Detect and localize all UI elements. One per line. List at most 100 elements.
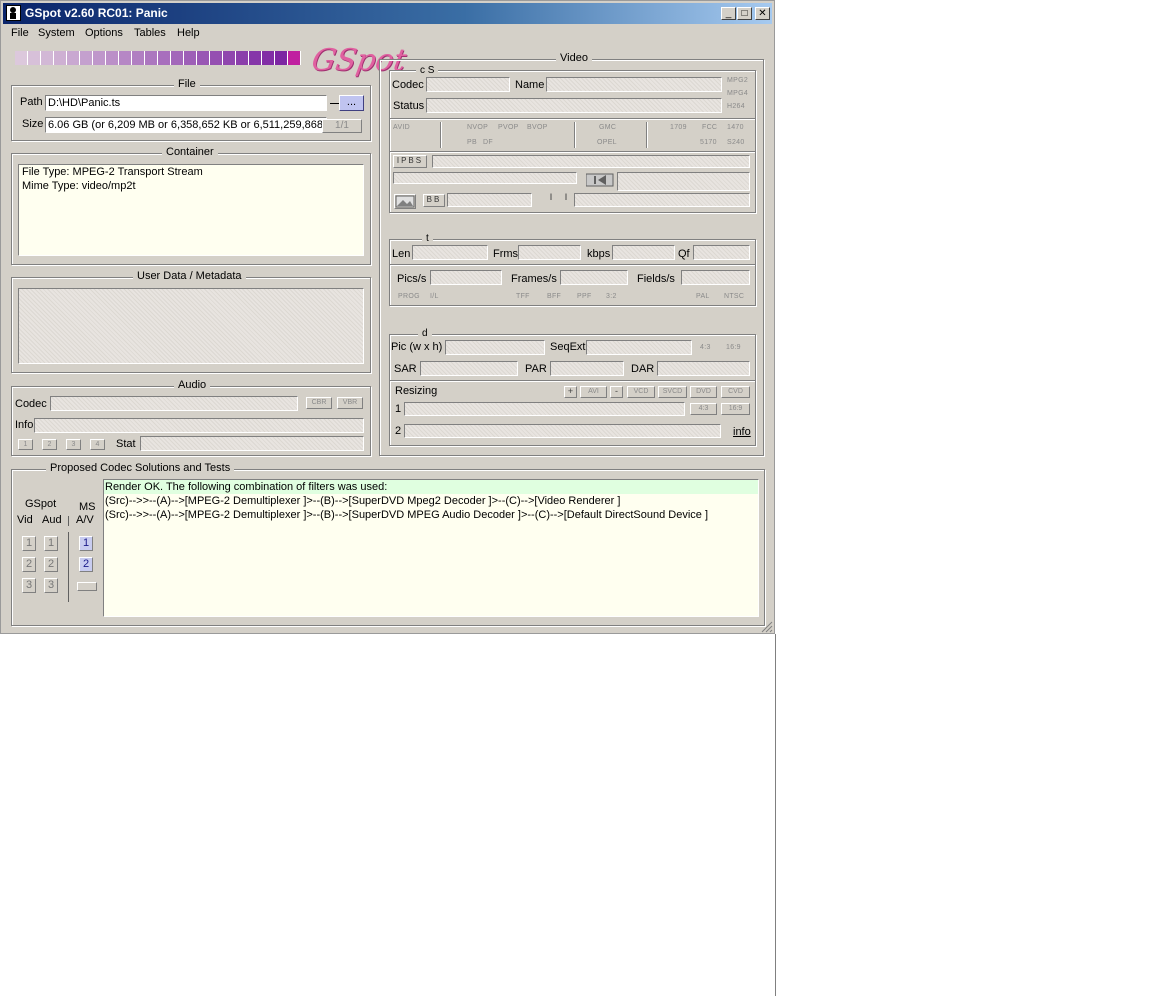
close-button[interactable]: ✕ — [755, 7, 770, 20]
flag-bvop: BVOP — [527, 124, 548, 131]
resize-dvd-button[interactable]: DVD — [690, 386, 717, 398]
separator — [574, 122, 576, 148]
audio-stream-1-button[interactable]: 1 — [18, 439, 33, 450]
gradient-segment — [275, 51, 288, 65]
size-value: 6.06 GB (or 6,209 MB or 6,358,652 KB or … — [48, 119, 323, 131]
gradient-segment — [54, 51, 67, 65]
pic-field[interactable] — [445, 340, 545, 355]
resize-cvd-button[interactable]: CVD — [721, 386, 750, 398]
aud-label: Aud — [42, 514, 62, 526]
video-name-field[interactable] — [546, 77, 722, 92]
gradient-segment — [67, 51, 80, 65]
audio-stat-field[interactable] — [140, 436, 364, 451]
path-field[interactable]: D:\HD\Panic.ts — [45, 95, 327, 111]
gradient-segment — [132, 51, 145, 65]
user-data-box[interactable] — [18, 288, 364, 364]
title-bar[interactable]: GSpot v2.60 RC01: Panic _ □ ✕ — [3, 3, 772, 24]
gspot-aud-1-button[interactable]: 1 — [44, 536, 58, 551]
gradient-segment — [106, 51, 119, 65]
gradient-segment — [41, 51, 54, 65]
menu-options[interactable]: Options — [85, 27, 123, 39]
bb-field[interactable] — [447, 193, 532, 207]
ms-av-1-button[interactable]: 1 — [79, 536, 93, 551]
sar-field[interactable] — [420, 361, 518, 376]
separator — [440, 122, 442, 148]
flag-avid: AVID — [393, 124, 411, 131]
file-counter[interactable]: 1/1 — [322, 119, 362, 133]
video-t-title: t — [422, 233, 433, 244]
gradient-segment — [158, 51, 171, 65]
menu-help[interactable]: Help — [177, 27, 200, 39]
resize-grip-icon[interactable] — [761, 621, 773, 633]
maximize-button[interactable]: □ — [737, 7, 752, 20]
ms-label: MS — [79, 501, 96, 513]
resize-avi-button[interactable]: AVI — [580, 386, 607, 398]
gop-field-2[interactable] — [393, 172, 577, 184]
menu-tables[interactable]: Tables — [134, 27, 166, 39]
menu-system[interactable]: System — [38, 27, 75, 39]
codec-solutions-title: Proposed Codec Solutions and Tests — [46, 462, 235, 474]
i-field[interactable] — [574, 193, 750, 207]
gradient-segment — [28, 51, 41, 65]
image-icon-button[interactable] — [394, 194, 416, 209]
video-codec-label: Codec — [392, 79, 424, 91]
ms-av-2-button[interactable]: 2 — [79, 557, 93, 572]
size-field[interactable]: 6.06 GB (or 6,209 MB or 6,358,652 KB or … — [45, 117, 327, 133]
audio-group-title: Audio — [174, 379, 211, 391]
qf-field[interactable] — [693, 245, 750, 260]
separator — [646, 122, 648, 148]
par-field[interactable] — [550, 361, 624, 376]
flag-fcc: FCC — [702, 124, 718, 131]
gspot-window: GSpot v2.60 RC01: Panic _ □ ✕ File Syste… — [0, 0, 775, 634]
frames-field[interactable] — [560, 270, 628, 285]
resize-svcd-button[interactable]: SVCD — [658, 386, 687, 398]
resize-row1-field[interactable] — [404, 402, 685, 416]
gspot-vid-2-button[interactable]: 2 — [22, 557, 36, 572]
fields-field[interactable] — [681, 270, 750, 285]
gspot-vid-1-button[interactable]: 1 — [22, 536, 36, 551]
pics-field[interactable] — [430, 270, 502, 285]
audio-info-field[interactable] — [34, 418, 364, 433]
menu-file[interactable]: File — [11, 27, 29, 39]
info-link[interactable]: info — [733, 426, 751, 438]
resize-row1-169: 16:9 — [721, 403, 750, 415]
flag-43: 4:3 — [700, 344, 711, 351]
user-data-group-title: User Data / Metadata — [133, 270, 246, 282]
video-codec-field[interactable] — [426, 77, 510, 92]
len-field[interactable] — [412, 245, 488, 260]
kbps-field[interactable] — [612, 245, 675, 260]
gop-field-3[interactable] — [617, 172, 750, 191]
pic-label: Pic (w x h) — [391, 341, 443, 353]
resize-plus-button[interactable]: + — [564, 386, 577, 398]
audio-codec-field[interactable] — [50, 396, 298, 411]
flag-il: I/L — [430, 293, 439, 300]
gspot-vid-3-button[interactable]: 3 — [22, 578, 36, 593]
audio-stream-3-button[interactable]: 3 — [66, 439, 81, 450]
audio-stream-4-button[interactable]: 4 — [90, 439, 105, 450]
resize-minus-button[interactable]: - — [610, 386, 623, 398]
app-icon — [6, 5, 21, 21]
video-status-field[interactable] — [426, 98, 722, 113]
flag-pvop: PVOP — [498, 124, 519, 131]
minimize-button[interactable]: _ — [721, 7, 736, 20]
frms-field[interactable] — [518, 245, 581, 260]
flag-ntsc: NTSC — [724, 293, 745, 300]
gop-field[interactable] — [432, 155, 750, 168]
codec-solutions-output[interactable]: Render OK. The following combination of … — [103, 479, 759, 617]
audio-info-label: Info — [15, 419, 34, 431]
play-frame-icon[interactable] — [585, 173, 614, 187]
container-info-box[interactable]: File Type: MPEG-2 Transport Stream Mime … — [18, 164, 364, 256]
dar-field[interactable] — [657, 361, 750, 376]
ms-av-extra-button[interactable] — [77, 582, 97, 591]
gspot-aud-3-button[interactable]: 3 — [44, 578, 58, 593]
resize-vcd-button[interactable]: VCD — [627, 386, 655, 398]
seqext-field[interactable] — [586, 340, 692, 355]
browse-button[interactable]: ... — [339, 95, 364, 111]
audio-group: Audio Codec CBR VBR Info 1 2 3 4 Stat — [11, 379, 371, 456]
dar-label: DAR — [631, 363, 655, 375]
resize-row2-field[interactable] — [404, 424, 721, 438]
gspot-aud-2-button[interactable]: 2 — [44, 557, 58, 572]
audio-stream-2-button[interactable]: 2 — [42, 439, 57, 450]
video-time-subgroup: t Len Frms kbps Qf Pics/s Frames/s Field… — [389, 233, 756, 306]
flag-opel: OPEL — [597, 139, 617, 146]
